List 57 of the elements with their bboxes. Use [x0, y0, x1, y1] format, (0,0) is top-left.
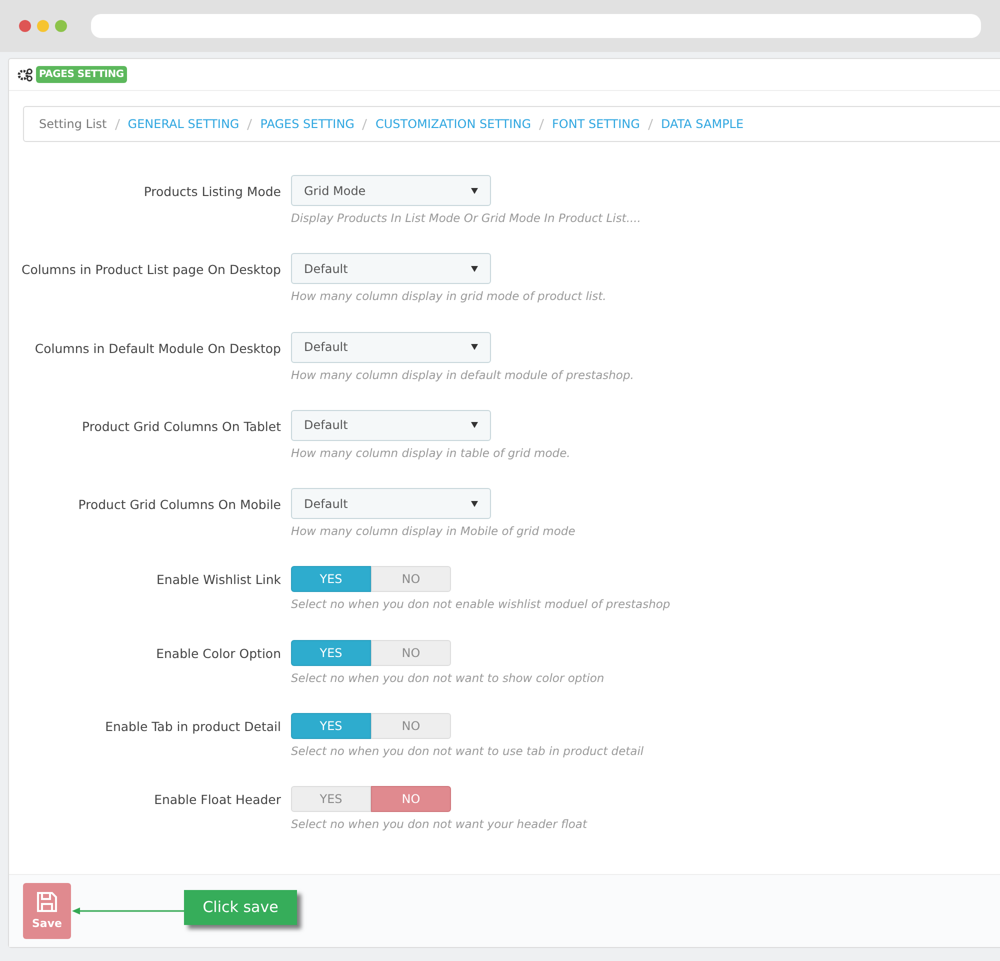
field-label: Enable Float Header [154, 792, 281, 807]
breadcrumb-link[interactable]: CUSTOMIZATION SETTING [375, 115, 531, 133]
help-text: How many column display in Mobile of grid mode [291, 523, 576, 540]
dropdown-value: Default [304, 496, 348, 512]
toggle-option[interactable]: NO [371, 566, 451, 592]
help-text: Select no when you don not want to use tab in product detail [291, 742, 644, 760]
field-label: Enable Color Option [156, 646, 281, 660]
dropdown-value: Grid Mode [304, 182, 366, 200]
field-label: Enable Wishlist Link [156, 572, 281, 588]
slash-separator-icon [648, 118, 653, 130]
help-text: Select no when you don not enable wishlist moduel of prestashop [291, 596, 670, 614]
callout-note: Click save [184, 890, 297, 924]
toggle-option[interactable]: NO [371, 640, 451, 666]
slash-separator-icon [247, 118, 252, 130]
toggle-option[interactable]: NO [371, 786, 451, 812]
dropdown-value: Default [304, 260, 348, 278]
dropdown-caret-icon [471, 422, 478, 428]
slash-separator-icon [539, 118, 544, 130]
slash-separator-icon [114, 118, 120, 130]
save-button[interactable]: Save [23, 883, 71, 939]
field-label: Product Grid Columns On Mobile [78, 497, 281, 512]
breadcrumb-link[interactable]: GENERAL SETTING [128, 115, 240, 133]
field-label: Enable Tab in product Detail [105, 718, 281, 734]
dropdown-caret-icon [471, 500, 478, 506]
help-text: Display Products In List Mode Or Grid Mode In Product List.... [291, 210, 641, 227]
toggle-option[interactable]: NO [371, 712, 451, 739]
dropdown-field[interactable]: Grid Mode [291, 175, 491, 206]
field-label: Product Grid Columns On Tablet [82, 418, 281, 434]
dropdown-field[interactable]: Default [291, 253, 491, 284]
dropdown-caret-icon [471, 344, 478, 350]
breadcrumb-link[interactable]: FONT SETTING [552, 115, 640, 133]
dropdown-field[interactable]: Default [291, 410, 491, 441]
field-label: Products Listing Mode [144, 184, 281, 199]
page-badge: PAGES SETTING [36, 66, 127, 83]
breadcrumb-link[interactable]: PAGES SETTING [260, 115, 354, 133]
help-text: Select no when you don not want to show color option [291, 670, 604, 686]
help-text: Select no when you don not want your header float [291, 816, 587, 833]
help-text: How many column display in table of grid mode. [291, 444, 570, 462]
help-text: How many column display in default module of prestashop. [291, 366, 634, 384]
dropdown-value: Default [304, 417, 348, 434]
field-label: Columns in Default Module On Desktop [34, 340, 281, 356]
toggle-option[interactable]: YES [291, 786, 371, 812]
help-text: How many column display in grid mode of product list. [291, 288, 606, 306]
dropdown-field[interactable]: Default [291, 332, 491, 362]
toggle-option[interactable]: YES [291, 712, 371, 739]
slash-separator-icon [362, 118, 368, 130]
field-label: Columns in Product List page On Desktop [22, 262, 281, 278]
breadcrumb-link[interactable]: DATA SAMPLE [660, 115, 744, 133]
dropdown-value: Default [304, 339, 348, 356]
toggle-option[interactable]: YES [291, 566, 371, 592]
dropdown-caret-icon [471, 188, 478, 194]
address-bar[interactable] [90, 14, 981, 38]
breadcrumb-text: Setting List [39, 116, 107, 133]
dropdown-caret-icon [471, 266, 478, 272]
toggle-option[interactable]: YES [291, 640, 371, 666]
dropdown-field[interactable]: Default [291, 488, 491, 519]
gears-icon [17, 68, 33, 82]
